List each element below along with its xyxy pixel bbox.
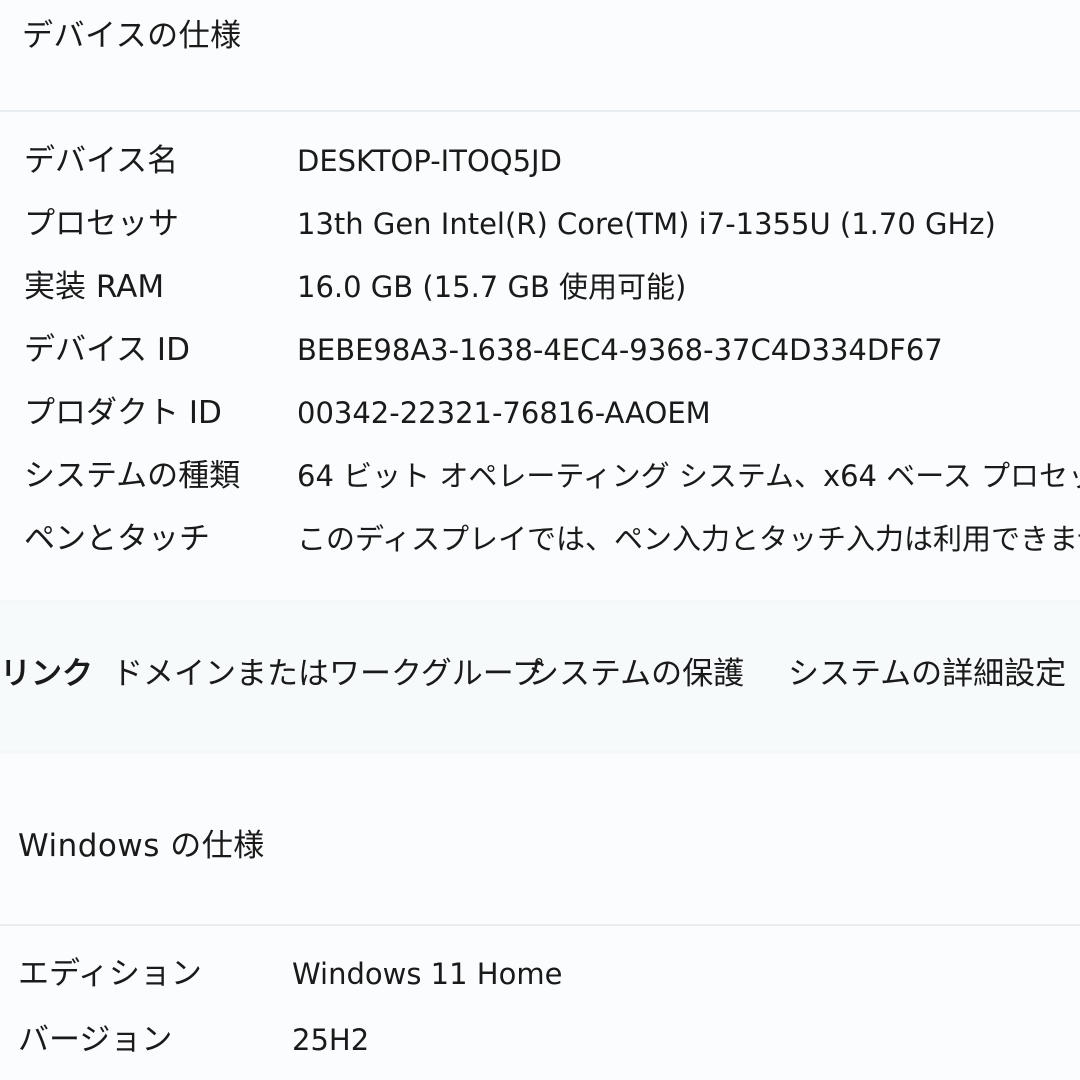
- spec-row-processor: プロセッサ 13th Gen Intel(R) Core(TM) i7-1355…: [0, 194, 1080, 254]
- spec-label: 実装 RAM: [24, 269, 165, 305]
- spec-value: 13th Gen Intel(R) Core(TM) i7-1355U (1.7…: [297, 207, 996, 241]
- spec-label: プロダクト ID: [24, 395, 222, 431]
- spec-value: DESKTOP-ITOQ5JD: [297, 144, 562, 178]
- spec-label: システムの種類: [24, 458, 241, 494]
- divider: [0, 110, 1080, 112]
- related-links-bar: リンク ドメインまたはワークグループ システムの保護 システムの詳細設定: [0, 604, 1080, 750]
- spec-row-edition: エディション Windows 11 Home: [0, 944, 1080, 1004]
- device-specs-title: デバイスの仕様: [22, 18, 242, 54]
- spec-row-system-type: システムの種類 64 ビット オペレーティング システム、x64 ベース プロセ…: [0, 446, 1080, 506]
- system-protection-link[interactable]: システムの保護: [528, 649, 744, 699]
- spec-row-version: バージョン 25H2: [0, 1010, 1080, 1070]
- spec-label: エディション: [18, 956, 202, 992]
- divider: [0, 924, 1080, 926]
- spec-label: デバイス名: [24, 143, 179, 179]
- domain-workgroup-link[interactable]: ドメインまたはワークグループ: [112, 649, 543, 699]
- spec-row-ram: 実装 RAM 16.0 GB (15.7 GB 使用可能): [0, 257, 1080, 317]
- spec-value: このディスプレイでは、ペン入力とタッチ入力は利用できませ: [297, 522, 1080, 556]
- spec-row-pen-touch: ペンとタッチ このディスプレイでは、ペン入力とタッチ入力は利用できませ: [0, 509, 1080, 569]
- spec-value: 16.0 GB (15.7 GB 使用可能): [297, 270, 687, 304]
- advanced-system-settings-link[interactable]: システムの詳細設定: [788, 649, 1066, 699]
- spec-label: バージョン: [18, 1022, 173, 1058]
- spec-value: BEBE98A3-1638-4EC4-9368-37C4D334DF67: [297, 333, 943, 367]
- spec-value: 25H2: [292, 1023, 370, 1057]
- spec-row-product-id: プロダクト ID 00342-22321-76816-AAOEM: [0, 383, 1080, 443]
- spec-label: プロセッサ: [24, 206, 179, 242]
- related-links-heading: リンク: [0, 656, 93, 692]
- device-specs-card: デバイスの仕様 デバイス名 DESKTOP-ITOQ5JD プロセッサ 13th…: [0, 0, 1080, 600]
- windows-specs-card: Windows の仕様 エディション Windows 11 Home バージョン…: [0, 754, 1080, 1080]
- spec-row-device-name: デバイス名 DESKTOP-ITOQ5JD: [0, 131, 1080, 191]
- spec-row-device-id: デバイス ID BEBE98A3-1638-4EC4-9368-37C4D334…: [0, 320, 1080, 380]
- spec-label: ペンとタッチ: [24, 521, 210, 557]
- windows-specs-title: Windows の仕様: [18, 828, 265, 864]
- spec-value: Windows 11 Home: [292, 957, 563, 991]
- spec-value: 00342-22321-76816-AAOEM: [297, 396, 711, 430]
- spec-label: デバイス ID: [24, 332, 190, 368]
- spec-value: 64 ビット オペレーティング システム、x64 ベース プロセッサ: [297, 459, 1080, 493]
